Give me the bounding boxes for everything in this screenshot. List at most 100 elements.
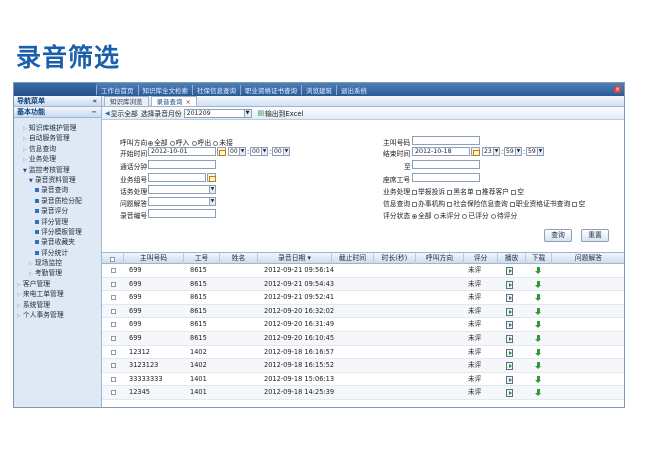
- radio-scored[interactable]: [462, 213, 468, 219]
- download-icon[interactable]: [535, 321, 542, 329]
- column-header-call-direction[interactable]: 呼叫方向: [416, 253, 464, 264]
- row-checkbox[interactable]: [111, 268, 116, 273]
- month-select[interactable]: 201209 ▼: [183, 108, 252, 118]
- start-hour-select[interactable]: 00 ▼: [228, 147, 246, 156]
- sidebar-item-call-ticket[interactable]: ▷ 来电工单管理: [14, 289, 101, 299]
- row-checkbox[interactable]: [111, 308, 116, 314]
- end-date-input[interactable]: 2012-10-18: [412, 147, 470, 156]
- checkbox-biz-empty[interactable]: [511, 189, 517, 195]
- sidebar-item-live-monitor[interactable]: ▷ 现场监控: [14, 258, 101, 268]
- radio-all[interactable]: [148, 140, 153, 146]
- end-hour-select[interactable]: 23 ▼: [482, 147, 500, 156]
- row-checkbox[interactable]: [111, 322, 116, 328]
- sidebar-item-recording-favorites[interactable]: 录音收藏夹: [14, 237, 101, 247]
- sidebar-item-system[interactable]: ▷ 系统管理: [14, 300, 101, 310]
- sidebar-item-recording-query[interactable]: 录音查询: [14, 185, 101, 195]
- table-row[interactable]: 699 8615 2012-09-21 09:56:14 未评: [102, 264, 624, 278]
- show-all-button[interactable]: 显示全部: [111, 108, 138, 118]
- sidebar-item-monitor-assessment[interactable]: ▼ 监控考核管理: [14, 165, 101, 175]
- sidebar-item-auto-service[interactable]: ▷ 自动服务管理: [14, 133, 101, 143]
- table-row[interactable]: 3123123 1402 2012-09-18 16:15:52 未评: [102, 359, 624, 373]
- download-icon[interactable]: [535, 294, 542, 302]
- row-checkbox[interactable]: [111, 349, 116, 355]
- sidebar-item-biz-process[interactable]: ▷ 业务处理: [14, 154, 101, 164]
- nav-fulltext-search[interactable]: 知识库全文检索: [137, 84, 193, 95]
- sidebar-item-recording-qc-assign[interactable]: 录音质检分配: [14, 196, 101, 206]
- column-header-duration[interactable]: 时长(秒): [374, 253, 416, 264]
- table-row[interactable]: 699 8615 2012-09-21 09:52:41 未评: [102, 291, 624, 305]
- main-no-input[interactable]: [412, 136, 480, 145]
- nav-home[interactable]: 工作台首页: [96, 84, 138, 95]
- collapse-section-icon[interactable]: −: [91, 107, 97, 118]
- row-checkbox[interactable]: [111, 390, 116, 396]
- checkbox-agency[interactable]: [412, 201, 417, 207]
- checkbox-referral[interactable]: [475, 189, 481, 195]
- download-icon[interactable]: [535, 335, 542, 343]
- calendar-icon[interactable]: [471, 147, 480, 156]
- end-second-select[interactable]: 59 ▼: [526, 147, 544, 156]
- to-input[interactable]: [412, 160, 480, 169]
- export-excel-button[interactable]: 输出到Excel: [265, 108, 303, 118]
- select-all-checkbox[interactable]: [110, 257, 115, 262]
- play-icon[interactable]: [506, 375, 513, 384]
- column-header-end-time[interactable]: 截止时间: [332, 253, 374, 264]
- nav-certificate-query[interactable]: 职业资格证书查询: [240, 84, 301, 95]
- lookup-icon[interactable]: [207, 173, 216, 182]
- row-checkbox[interactable]: [111, 281, 116, 287]
- column-header-issue-answer[interactable]: 问题解答: [552, 253, 624, 264]
- close-icon[interactable]: ×: [614, 86, 621, 93]
- play-icon[interactable]: [506, 280, 513, 289]
- sidebar-item-scoring-template[interactable]: 评分模板管理: [14, 227, 101, 237]
- sidebar-item-recording-scoring[interactable]: 录音评分: [14, 206, 101, 216]
- table-row[interactable]: 699 8615 2012-09-20 16:10:45 未评: [102, 332, 624, 346]
- play-icon[interactable]: [506, 389, 513, 398]
- start-date-input[interactable]: 2012-10-01: [148, 147, 216, 156]
- radio-pending[interactable]: [490, 213, 496, 219]
- calendar-icon[interactable]: [217, 147, 226, 156]
- radio-unscored[interactable]: [433, 213, 439, 219]
- table-row[interactable]: 33333333 1401 2012-09-18 15:06:13 未评: [102, 373, 624, 387]
- collapse-sidebar-icon[interactable]: «: [92, 96, 97, 107]
- query-button[interactable]: 查询: [544, 229, 572, 242]
- table-row[interactable]: 12312 1402 2012-09-18 16:16:57 未评: [102, 346, 624, 360]
- column-header-score[interactable]: 评分: [464, 253, 498, 264]
- download-icon[interactable]: [535, 348, 542, 357]
- start-minute-select[interactable]: 00 ▼: [250, 147, 268, 156]
- play-icon[interactable]: [506, 348, 513, 357]
- checkbox-complaint[interactable]: [412, 189, 417, 195]
- tab-close-icon[interactable]: ×: [186, 98, 191, 106]
- sidebar-item-attendance[interactable]: ▷ 考勤管理: [14, 268, 101, 278]
- sidebar-item-scoring-stats[interactable]: 评分统计: [14, 248, 101, 258]
- column-header-agent-no[interactable]: 工号: [184, 253, 220, 264]
- issue-select[interactable]: ▼: [148, 197, 216, 206]
- sidebar-item-customer[interactable]: ▷ 客户管理: [14, 279, 101, 289]
- radio-score-all[interactable]: [412, 213, 417, 219]
- download-icon[interactable]: [535, 362, 542, 370]
- recording-no-input[interactable]: [148, 209, 216, 218]
- column-header-caller-no[interactable]: 主叫号码: [124, 253, 184, 264]
- play-icon[interactable]: [506, 335, 513, 343]
- checkbox-social-insurance[interactable]: [447, 201, 453, 207]
- sidebar-section[interactable]: 基本功能 −: [14, 107, 101, 118]
- table-row[interactable]: 699 8615 2012-09-21 09:54:43 未评: [102, 277, 624, 292]
- column-header-select-all[interactable]: [102, 253, 124, 264]
- sidebar-item-personal-affairs[interactable]: ▷ 个人事务管理: [14, 310, 101, 320]
- play-icon[interactable]: [506, 321, 513, 330]
- download-icon[interactable]: [535, 267, 542, 275]
- checkbox-info-empty[interactable]: [572, 201, 578, 207]
- download-icon[interactable]: [535, 389, 542, 397]
- download-icon[interactable]: [535, 375, 542, 384]
- column-header-download[interactable]: 下载: [526, 253, 552, 264]
- reset-button[interactable]: 重置: [581, 229, 609, 242]
- play-icon[interactable]: [506, 307, 513, 316]
- nav-social-security[interactable]: 社保信息查询: [192, 84, 240, 95]
- sidebar-item-scoring-management[interactable]: 评分管理: [14, 217, 101, 227]
- radio-out[interactable]: [191, 140, 197, 146]
- table-row[interactable]: 12345 1401 2012-09-18 14:25:39 未评: [102, 386, 624, 400]
- table-row[interactable]: 699 8615 2012-09-20 16:32:02 未评: [102, 304, 624, 319]
- nav-logout[interactable]: 退出系统: [336, 84, 371, 95]
- nav-browse[interactable]: 浏览建筑: [301, 84, 336, 95]
- start-second-select[interactable]: 00 ▼: [272, 147, 290, 156]
- download-icon[interactable]: [535, 307, 542, 316]
- row-checkbox[interactable]: [111, 376, 116, 382]
